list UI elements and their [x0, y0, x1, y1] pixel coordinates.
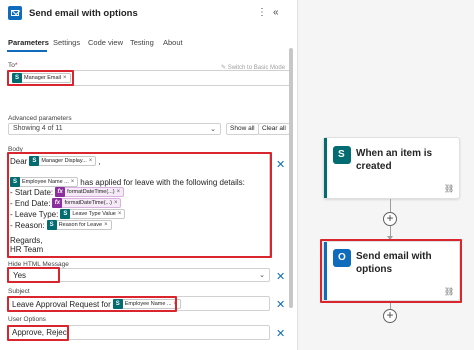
- subject-employee-token[interactable]: S Employee Name ... ×: [112, 298, 182, 309]
- user-options-value: Approve, Reject: [12, 328, 69, 337]
- remove-hide-html-icon[interactable]: ✕: [276, 270, 285, 283]
- reason-token[interactable]: S Reason for Leave ×: [46, 219, 112, 230]
- remove-token-icon[interactable]: ×: [63, 75, 67, 81]
- remove-token-icon[interactable]: ×: [117, 189, 121, 195]
- remove-body-icon[interactable]: ✕: [276, 158, 285, 171]
- body-line-dear: Dear S Manager Display... × ,: [10, 155, 101, 166]
- subject-field[interactable]: Leave Approval Request for S Employee Nam…: [8, 296, 270, 311]
- to-label: To*: [8, 62, 18, 69]
- remove-token-icon[interactable]: ×: [174, 301, 178, 307]
- pane-header: Send email with options ⋮ «: [0, 0, 298, 28]
- start-date-expression-token[interactable]: fx formatDateTime(...) ×: [55, 186, 125, 197]
- leave-type-token[interactable]: S Leave Type Value ×: [60, 208, 126, 219]
- remove-user-options-icon[interactable]: ✕: [276, 327, 285, 340]
- sharepoint-icon: S: [46, 219, 57, 230]
- remove-subject-icon[interactable]: ✕: [276, 298, 285, 311]
- subject-label: Subject: [8, 288, 30, 295]
- card-accent: [324, 242, 327, 300]
- tab-parameters[interactable]: Parameters: [8, 38, 49, 47]
- connector-line: [390, 226, 391, 236]
- action-title-line-2: options: [356, 264, 393, 275]
- tab-testing[interactable]: Testing: [130, 38, 154, 47]
- body-line-end-date: - End Date: fx formatDateTime(...) ×: [10, 197, 122, 208]
- hide-html-label: Hide HTML Message: [8, 261, 69, 268]
- sharepoint-icon: S: [29, 155, 40, 166]
- body-line-leave-type: - Leave Type: S Leave Type Value ×: [10, 208, 126, 219]
- body-line-team: HR Team: [10, 245, 44, 254]
- remove-token-icon[interactable]: ×: [89, 158, 93, 164]
- manager-email-token[interactable]: S Manager Email ×: [12, 72, 71, 83]
- end-date-expression-token[interactable]: fx formatDateTime(...) ×: [52, 197, 122, 208]
- add-step-button[interactable]: +: [383, 309, 397, 323]
- sharepoint-icon: S: [333, 146, 351, 164]
- card-accent: [324, 138, 327, 198]
- clear-all-button[interactable]: Clear all: [258, 123, 290, 135]
- subject-content: Leave Approval Request for S Employee Nam…: [12, 298, 182, 309]
- link-icon: ⛓: [444, 184, 455, 193]
- arrow-down-icon: [387, 236, 393, 240]
- remove-token-icon[interactable]: ×: [71, 179, 75, 185]
- user-options-label: User Options: [8, 316, 46, 323]
- tab-settings[interactable]: Settings: [53, 38, 80, 47]
- link-icon: ⛓: [444, 287, 455, 296]
- active-tab-indicator: [7, 50, 47, 52]
- advanced-parameters-select[interactable]: Showing 4 of 11 ⌄: [8, 123, 221, 135]
- body-line-applied: S Employee Name ... × has applied for leav…: [10, 176, 245, 187]
- trigger-title-line-1: When an item is: [356, 148, 433, 159]
- more-vertical-icon[interactable]: ⋮: [257, 7, 267, 18]
- outlook-icon: [8, 6, 22, 20]
- remove-token-icon[interactable]: ×: [114, 200, 118, 206]
- chevron-down-icon: ⌄: [259, 272, 265, 279]
- user-options-field[interactable]: Approve, Reject: [8, 325, 270, 340]
- employee-name-token[interactable]: S Employee Name ... ×: [10, 176, 79, 187]
- manager-display-token[interactable]: S Manager Display... ×: [29, 155, 97, 166]
- outlook-icon: O: [333, 249, 351, 267]
- pane-title: Send email with options: [29, 8, 138, 19]
- tab-about[interactable]: About: [163, 38, 183, 47]
- sharepoint-icon: S: [10, 176, 20, 187]
- body-line-reason: - Reason: S Reason for Leave ×: [10, 219, 112, 230]
- hide-html-select[interactable]: Yes ⌄: [8, 268, 270, 282]
- add-step-button[interactable]: +: [383, 212, 397, 226]
- function-icon: fx: [52, 197, 63, 208]
- tab-code-view[interactable]: Code view: [88, 38, 123, 47]
- collapse-pane-icon[interactable]: «: [273, 7, 279, 18]
- show-all-button[interactable]: Show all: [226, 123, 259, 135]
- action-card[interactable]: O Send email with options ⛓: [323, 241, 460, 301]
- remove-token-icon[interactable]: ×: [104, 222, 108, 228]
- trigger-card[interactable]: S When an item is created ⛓: [323, 137, 460, 199]
- parameters-pane: Send email with options ⋮ « Parameters S…: [0, 0, 298, 350]
- trigger-title-line-2: created: [356, 161, 392, 172]
- sharepoint-icon: S: [60, 208, 71, 219]
- action-title-line-1: Send email with: [356, 251, 432, 262]
- chevron-down-icon: ⌄: [210, 126, 216, 133]
- body-label: Body: [8, 146, 23, 153]
- sharepoint-icon: S: [112, 298, 123, 309]
- advanced-parameters-label: Advanced parameters: [8, 115, 72, 122]
- to-field[interactable]: S Manager Email ×: [8, 70, 291, 86]
- body-line-start-date: - Start Date: fx formatDateTime(...) ×: [10, 186, 125, 197]
- body-line-regards: Regards,: [10, 236, 43, 245]
- sharepoint-icon: S: [12, 72, 22, 83]
- scrollbar[interactable]: [289, 48, 293, 308]
- hide-html-value: Yes: [13, 271, 27, 280]
- remove-token-icon[interactable]: ×: [118, 211, 122, 217]
- function-icon: fx: [55, 186, 66, 197]
